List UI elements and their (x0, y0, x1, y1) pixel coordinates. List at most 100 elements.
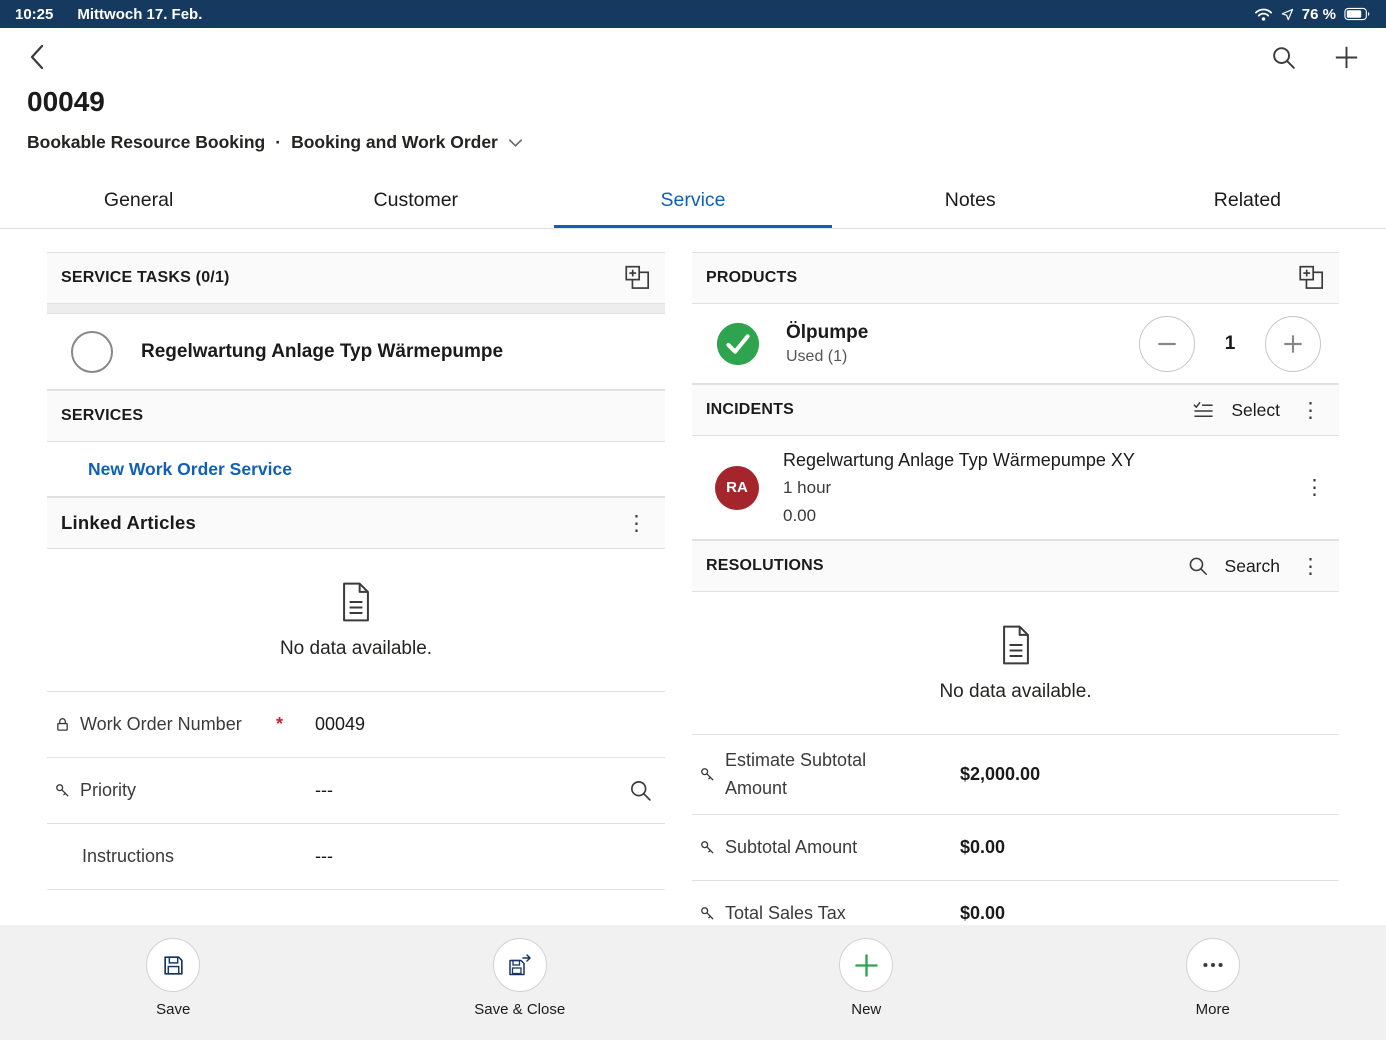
work-order-number-value: 00049 (315, 714, 365, 735)
work-order-number-label: Work Order Number (80, 711, 242, 739)
clock: 10:25 (15, 6, 53, 23)
resolutions-title: RESOLUTIONS (706, 557, 824, 575)
incidents-header: INCIDENTS Select ⋮ (692, 384, 1339, 436)
product-used-check-icon (715, 321, 761, 367)
estimate-subtotal-field[interactable]: Estimate Subtotal Amount $2,000.00 (692, 735, 1339, 815)
tab-service[interactable]: Service (554, 177, 831, 228)
service-tasks-header: SERVICE TASKS (0/1) (47, 252, 665, 304)
product-info: Ölpumpe Used (1) (786, 322, 868, 366)
instructions-value: --- (315, 846, 333, 867)
key-icon (700, 767, 715, 782)
products-header: PRODUCTS (692, 252, 1339, 304)
incident-name: Regelwartung Anlage Typ Wärmepumpe XY (783, 446, 1135, 474)
incident-kebab-icon[interactable]: ⋮ (1300, 477, 1329, 498)
work-order-number-field[interactable]: Work Order Number * 00049 (47, 692, 665, 758)
incident-details: Regelwartung Anlage Typ Wärmepumpe XY 1 … (783, 446, 1135, 530)
quick-add-product-icon[interactable] (1298, 265, 1325, 292)
linked-articles-empty-state: No data available. (47, 549, 665, 692)
incidents-kebab-icon[interactable]: ⋮ (1296, 400, 1325, 421)
total-sales-tax-label-wrap: Total Sales Tax (700, 900, 952, 923)
document-icon (994, 623, 1038, 667)
total-sales-tax-field[interactable]: Total Sales Tax $0.00 (692, 881, 1339, 923)
product-row[interactable]: Ölpumpe Used (1) 1 (692, 304, 1339, 384)
new-service-row: New Work Order Service (47, 442, 665, 497)
total-sales-tax-label: Total Sales Tax (725, 900, 846, 923)
instructions-field[interactable]: Instructions --- (47, 824, 665, 890)
save-button[interactable]: Save (0, 925, 347, 1040)
quick-add-record-icon[interactable] (624, 265, 651, 292)
resolutions-empty-text: No data available. (939, 681, 1091, 703)
right-column: PRODUCTS Ölpumpe Used (1) 1 (692, 252, 1339, 923)
work-order-number-label-wrap: Work Order Number * (55, 711, 307, 739)
instructions-label: Instructions (82, 843, 174, 871)
breadcrumb-form-selector[interactable]: Booking and Work Order (291, 132, 498, 153)
add-icon[interactable] (1333, 44, 1360, 71)
linked-articles-empty-text: No data available. (280, 638, 432, 660)
subtotal-label: Subtotal Amount (725, 834, 857, 862)
priority-field[interactable]: Priority --- (47, 758, 665, 824)
incident-duration: 1 hour (783, 474, 1135, 502)
tab-customer[interactable]: Customer (277, 177, 554, 228)
key-icon (55, 783, 70, 798)
back-button[interactable] (26, 42, 50, 72)
quantity-decrease-button[interactable] (1139, 316, 1195, 372)
resolutions-empty-state: No data available. (692, 592, 1339, 735)
product-status: Used (1) (786, 348, 868, 366)
breadcrumb: Bookable Resource Booking · Booking and … (27, 132, 1386, 153)
save-and-close-icon (493, 938, 547, 992)
content-area: SERVICE TASKS (0/1) Regelwartung Anlage … (0, 229, 1386, 923)
resolutions-kebab-icon[interactable]: ⋮ (1296, 556, 1325, 577)
service-task-row[interactable]: Regelwartung Anlage Typ Wärmepumpe (47, 314, 665, 390)
resolutions-search-button[interactable]: Search (1225, 556, 1280, 577)
key-icon (700, 906, 715, 921)
new-button[interactable]: New (693, 925, 1040, 1040)
wifi-icon (1254, 7, 1273, 22)
battery-icon (1344, 7, 1371, 21)
tab-related[interactable]: Related (1109, 177, 1386, 228)
breadcrumb-entity: Bookable Resource Booking (27, 132, 265, 153)
save-and-close-button[interactable]: Save & Close (347, 925, 694, 1040)
multi-select-icon[interactable] (1192, 399, 1215, 422)
incident-row[interactable]: RA Regelwartung Anlage Typ Wärmepumpe XY… (692, 436, 1339, 540)
priority-lookup-icon[interactable] (628, 778, 653, 803)
incidents-select-button[interactable]: Select (1231, 400, 1280, 421)
tab-bar: General Customer Service Notes Related (0, 177, 1386, 229)
status-bar: 10:25 Mittwoch 17. Feb. 76 % (0, 0, 1386, 28)
tab-general[interactable]: General (0, 177, 277, 228)
quantity-value[interactable]: 1 (1221, 333, 1239, 355)
services-header: SERVICES (47, 390, 665, 442)
task-name: Regelwartung Anlage Typ Wärmepumpe (141, 341, 503, 363)
estimate-subtotal-label: Estimate Subtotal Amount (725, 747, 907, 803)
app-screen: 10:25 Mittwoch 17. Feb. 76 % (0, 0, 1386, 1040)
products-title: PRODUCTS (706, 269, 797, 287)
task-incomplete-checkbox[interactable] (71, 331, 113, 373)
quantity-controls: 1 (1139, 316, 1321, 372)
save-label: Save (156, 1001, 190, 1018)
linked-articles-header: Linked Articles ⋮ (47, 497, 665, 549)
page-title: 00049 (27, 86, 1386, 118)
subtotal-field[interactable]: Subtotal Amount $0.00 (692, 815, 1339, 881)
tab-notes[interactable]: Notes (832, 177, 1109, 228)
date-label: Mittwoch 17. Feb. (77, 6, 202, 23)
new-work-order-service-link[interactable]: New Work Order Service (88, 459, 292, 480)
priority-label-wrap: Priority (55, 777, 307, 805)
incidents-title: INCIDENTS (706, 401, 794, 419)
estimate-subtotal-label-wrap: Estimate Subtotal Amount (700, 747, 952, 803)
battery-percent: 76 % (1302, 6, 1336, 23)
more-button[interactable]: More (1040, 925, 1386, 1040)
instructions-label-wrap: Instructions (55, 843, 307, 871)
resolutions-search-icon[interactable] (1187, 555, 1209, 577)
priority-value: --- (315, 780, 333, 801)
search-icon[interactable] (1270, 44, 1297, 71)
more-label: More (1196, 1001, 1230, 1018)
linked-articles-kebab-icon[interactable]: ⋮ (622, 513, 651, 534)
chevron-down-icon[interactable] (508, 138, 523, 148)
service-tasks-divider (47, 304, 665, 314)
estimate-subtotal-value: $2,000.00 (960, 764, 1040, 785)
quantity-increase-button[interactable] (1265, 316, 1321, 372)
key-icon (700, 840, 715, 855)
required-asterisk: * (276, 714, 307, 735)
more-ellipsis-icon (1186, 938, 1240, 992)
service-tasks-title: SERVICE TASKS (0/1) (61, 269, 230, 287)
breadcrumb-separator: · (275, 132, 281, 153)
